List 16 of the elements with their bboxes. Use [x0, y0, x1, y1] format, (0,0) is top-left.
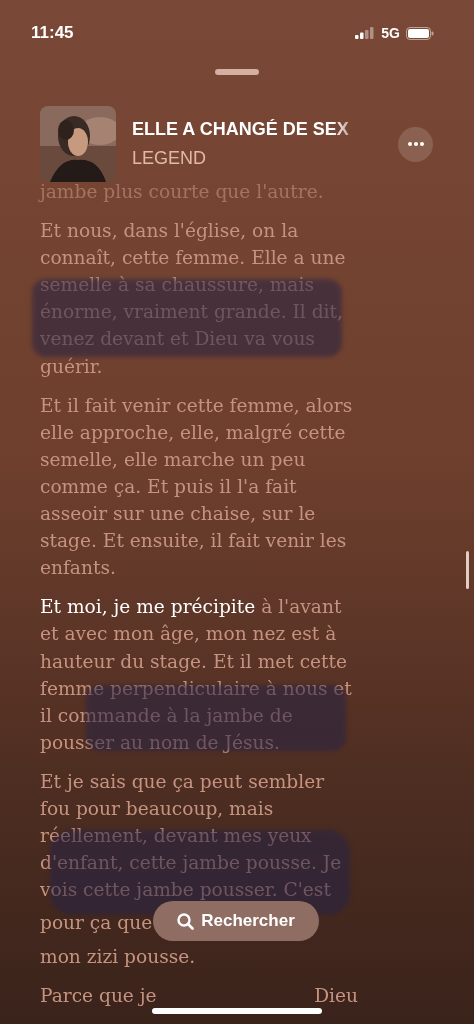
scroll-indicator [466, 551, 469, 589]
status-time: 11:45 [31, 23, 74, 43]
battery-icon [406, 26, 434, 40]
transcript-text[interactable]: Dieu [314, 982, 358, 1010]
search-icon [177, 912, 195, 930]
episode-title: ELLE A CHANGÉ DE SEX [132, 119, 350, 140]
transcript-text[interactable]: Parce que je [40, 982, 157, 1010]
more-button[interactable] [398, 126, 433, 162]
show-name[interactable]: LEGEND [132, 148, 368, 169]
transcript-text[interactable]: mon zizi pousse. [40, 943, 196, 971]
more-icon [407, 142, 424, 146]
transcript-paragraph[interactable]: Et il fait venir cette femme, alors elle approche, elle, malgré cette semelle, elle marche un peu comme ça. Et puis il l'a fait asseoir sur une chaise, sur le stage. Et ensuite, il fait venir les enfants. [40, 391, 358, 582]
search-button[interactable]: Rechercher [153, 901, 319, 941]
signal-icon [355, 27, 376, 39]
network-label: 5G [381, 25, 400, 41]
transcript-text[interactable]: pour ça que [40, 903, 153, 944]
